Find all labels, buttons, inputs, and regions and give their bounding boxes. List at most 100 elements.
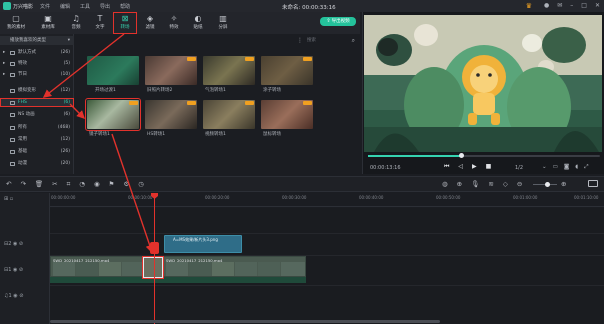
menu-help[interactable]: 帮助 xyxy=(120,3,130,10)
playhead[interactable] xyxy=(151,193,158,324)
scrubber-handle[interactable] xyxy=(459,153,464,158)
sidebar-item[interactable]: ▸ 节日 (10) xyxy=(0,70,74,79)
tab-text[interactable]: T 文字 xyxy=(88,12,112,34)
camera-icon[interactable]: ◙ xyxy=(564,164,569,171)
tab-filter[interactable]: ◈ 滤镜 xyxy=(138,12,162,34)
sidebar-item[interactable]: 基础 (26) xyxy=(0,147,74,156)
mic-icon[interactable]: 🎙 xyxy=(471,180,479,188)
menu-export[interactable]: 导出 xyxy=(100,3,110,10)
chevron-right-icon: ▸ xyxy=(3,50,6,55)
sidebar-header[interactable]: 播放我喜欢的类型 ▾ xyxy=(0,36,74,45)
sidebar-item[interactable]: ▸ 默认方式 (26) xyxy=(0,48,74,57)
track-controls-video[interactable]: ⊟1 ◉ ⊘ xyxy=(4,267,23,273)
tab-split[interactable]: ▥ 分屏 xyxy=(211,12,235,34)
prev-frame-icon[interactable]: ⏮ xyxy=(444,163,449,171)
chevron-down-icon[interactable]: ⌄ xyxy=(542,164,547,171)
clip-frame xyxy=(122,262,142,276)
add-track-icon[interactable]: ⊞ ▫ xyxy=(4,196,13,202)
monitor-icon[interactable]: ▭ xyxy=(553,164,558,171)
video-clip[interactable]: SWD_20210417_212150.mp4 xyxy=(50,256,143,277)
menu-file[interactable]: 文件 xyxy=(40,3,50,10)
maximize-icon[interactable]: □ xyxy=(581,2,587,9)
filter-icon[interactable]: ⋮ xyxy=(297,37,303,44)
delete-icon[interactable]: 🗑 xyxy=(35,180,43,189)
zoom-in-icon[interactable]: ⊕ xyxy=(561,180,566,188)
tab-audio[interactable]: ♫ 音频 xyxy=(64,12,88,34)
account-icon[interactable]: ● xyxy=(544,2,549,9)
tab-sticker[interactable]: ◐ 贴纸 xyxy=(186,12,210,34)
tab-effect[interactable]: ✧ 特效 xyxy=(162,12,186,34)
settings-icon[interactable]: ⚙ xyxy=(123,180,129,189)
fullscreen-icon[interactable]: ⤢ xyxy=(584,164,588,171)
transition-thumbnail[interactable] xyxy=(203,100,255,129)
fit-icon[interactable] xyxy=(588,180,598,187)
cut-icon[interactable]: ✂ xyxy=(52,180,57,189)
render-icon[interactable]: ◍ xyxy=(442,180,448,188)
clip-frame xyxy=(212,262,234,276)
track-controls-text[interactable]: ⊟2 ◉ ⊘ xyxy=(4,241,23,247)
freeze-icon[interactable]: ◷ xyxy=(138,180,144,189)
scrubber-progress xyxy=(368,155,462,157)
stop-icon[interactable]: ■ xyxy=(486,163,492,171)
sidebar-item[interactable]: 所有 (468) xyxy=(0,123,74,132)
sidebar-item[interactable]: 常用 (12) xyxy=(0,135,74,144)
transition-thumbnail[interactable] xyxy=(203,56,255,85)
transition-thumbnail[interactable] xyxy=(261,100,313,129)
shield-icon[interactable]: ◇ xyxy=(503,180,508,188)
mail-icon[interactable]: ✉ xyxy=(557,2,562,9)
mixer-icon[interactable]: ≋ xyxy=(488,180,493,188)
video-clip[interactable]: SWD_20210417_212150.mp4 xyxy=(163,256,306,277)
sidebar-item-selected[interactable]: FHS (6) xyxy=(0,98,74,107)
transition-thumbnail[interactable] xyxy=(87,56,139,85)
sidebar-item[interactable]: ▸ 特效 (5) xyxy=(0,59,74,68)
sidebar-item[interactable]: 模拟变形 (12) xyxy=(0,86,74,95)
minimize-icon[interactable]: – xyxy=(570,2,573,9)
title-bar: 万兴喵影 文件 编辑 工具 导出 帮助 未命名: 00:00:33:16 ♛ ●… xyxy=(0,0,604,12)
transition-thumbnail-selected[interactable] xyxy=(85,98,141,131)
zoom-handle[interactable] xyxy=(545,182,550,187)
tab-transition[interactable]: ⊠ 转场 xyxy=(113,12,137,34)
audio-waveform xyxy=(50,277,306,283)
redo-icon[interactable]: ↷ xyxy=(20,180,25,189)
export-icon: ⇪ xyxy=(326,18,331,24)
sidebar-item[interactable]: 动漫 (20) xyxy=(0,159,74,168)
video-track[interactable]: SWD_20210417_212150.mp4 SWD_20210417_212… xyxy=(50,256,306,283)
crop-icon[interactable]: ⌗ xyxy=(67,180,71,189)
timeline-ruler[interactable]: 00:00:00:00 00:00:10:00 00:00:20:00 00:0… xyxy=(50,193,604,207)
tab-library[interactable]: ▣ 素材库 xyxy=(36,12,60,34)
transition-thumbnail[interactable] xyxy=(145,56,197,85)
color-icon[interactable]: ◉ xyxy=(94,180,100,189)
crown-icon[interactable]: ♛ xyxy=(526,2,532,10)
close-icon[interactable]: ✕ xyxy=(595,2,600,9)
folder-icon xyxy=(10,113,15,117)
play-icon[interactable]: ▶ xyxy=(472,163,477,171)
tab-my-media[interactable]: ▢ 我的素材 xyxy=(4,12,28,34)
track-controls-audio[interactable]: ♫1 ◉ ⊘ xyxy=(4,293,23,299)
timeline-zoom-slider[interactable] xyxy=(533,182,557,187)
search-input[interactable]: 搜索 ⌕ xyxy=(307,37,355,45)
track-divider xyxy=(50,233,604,234)
text-clip[interactable]: A=MS效果/新片头3.png xyxy=(164,235,242,253)
transition-thumbnail[interactable] xyxy=(145,100,197,129)
menu-tools[interactable]: 工具 xyxy=(80,3,90,10)
playback-ratio[interactable]: 1/2 xyxy=(515,165,523,171)
menu-edit[interactable]: 编辑 xyxy=(60,3,70,10)
ruler-tick: 00:00:20:00 xyxy=(205,195,230,200)
sidebar-item[interactable]: NS 动画 (6) xyxy=(0,110,74,119)
step-back-icon[interactable]: ◁ xyxy=(458,163,463,171)
snap-icon[interactable]: ⊕ xyxy=(457,180,462,188)
split-icon: ▥ xyxy=(219,14,227,23)
thumbnail-label: 气泡转场1 xyxy=(205,88,226,93)
preview-scrubber[interactable] xyxy=(368,153,600,158)
export-button[interactable]: ⇪导出视频 xyxy=(320,17,356,26)
thumbnail-label: 视频转场1 xyxy=(205,132,226,137)
transition-thumbnail[interactable] xyxy=(261,56,313,85)
volume-icon[interactable]: ◖ xyxy=(575,164,578,171)
speed-icon[interactable]: ◔ xyxy=(79,180,85,189)
undo-icon[interactable]: ↶ xyxy=(6,180,11,189)
ruler-tick: 00:00:40:00 xyxy=(359,195,384,200)
transition-clip[interactable] xyxy=(141,255,165,280)
timeline-scrollbar[interactable] xyxy=(50,320,440,323)
zoom-out-icon[interactable]: ⊖ xyxy=(517,180,522,188)
marker-icon[interactable]: ⚑ xyxy=(109,180,115,189)
